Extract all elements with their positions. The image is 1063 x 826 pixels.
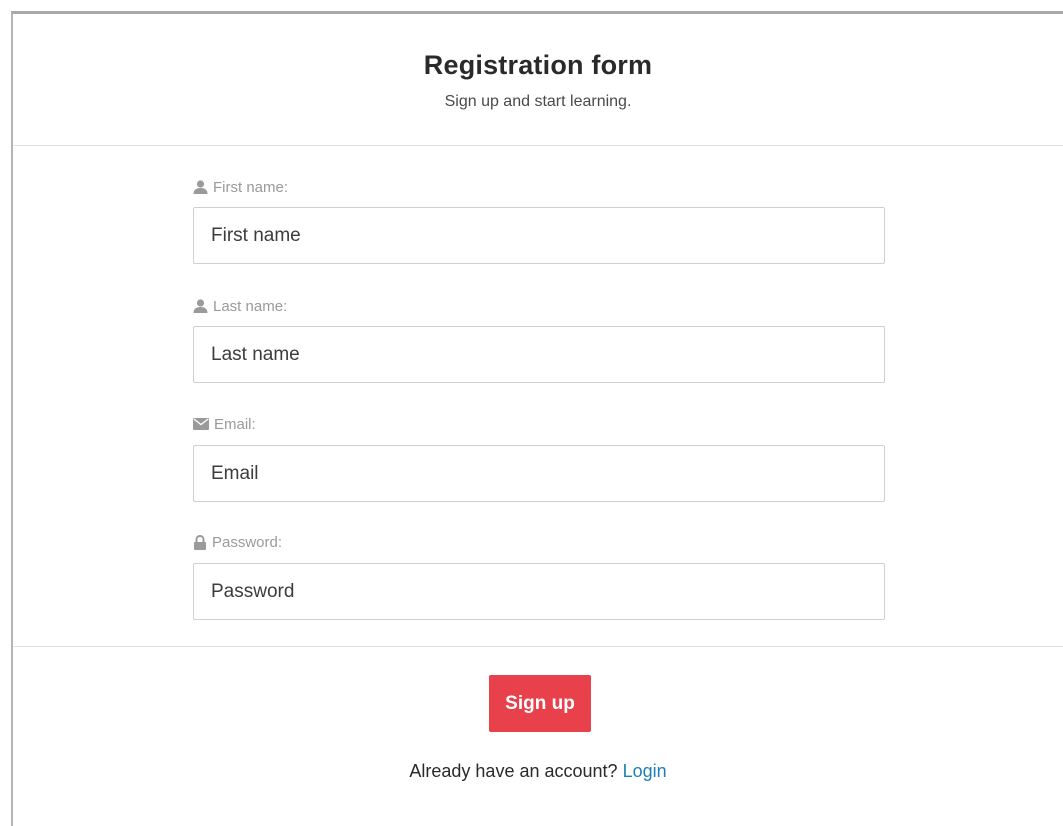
last-name-input[interactable] <box>193 326 885 383</box>
first-name-input[interactable] <box>193 207 885 264</box>
email-label: Email: <box>193 414 256 434</box>
email-input[interactable] <box>193 445 885 502</box>
email-label-text: Email: <box>214 415 256 433</box>
user-icon <box>193 299 208 313</box>
account-prompt-text: Already have an account? <box>409 761 618 781</box>
password-label: Password: <box>193 532 282 552</box>
password-input[interactable] <box>193 563 885 620</box>
form-header: Registration form Sign up and start lear… <box>13 14 1063 146</box>
footer-divider <box>13 646 1063 647</box>
registration-panel: Registration form Sign up and start lear… <box>11 11 1063 826</box>
first-name-label-text: First name: <box>213 178 289 196</box>
login-prompt: Already have an account? Login <box>13 761 1063 782</box>
login-link[interactable]: Login <box>623 761 667 781</box>
page-title: Registration form <box>423 50 653 80</box>
signup-button[interactable]: Sign up <box>489 675 591 732</box>
first-name-label: First name: <box>193 177 288 197</box>
page-subtitle: Sign up and start learning. <box>444 93 632 110</box>
lock-icon <box>194 534 206 550</box>
user-icon <box>193 180 208 194</box>
envelope-icon <box>193 418 209 430</box>
last-name-label: Last name: <box>193 296 287 316</box>
last-name-label-text: Last name: <box>213 297 288 315</box>
password-label-text: Password: <box>212 533 283 551</box>
